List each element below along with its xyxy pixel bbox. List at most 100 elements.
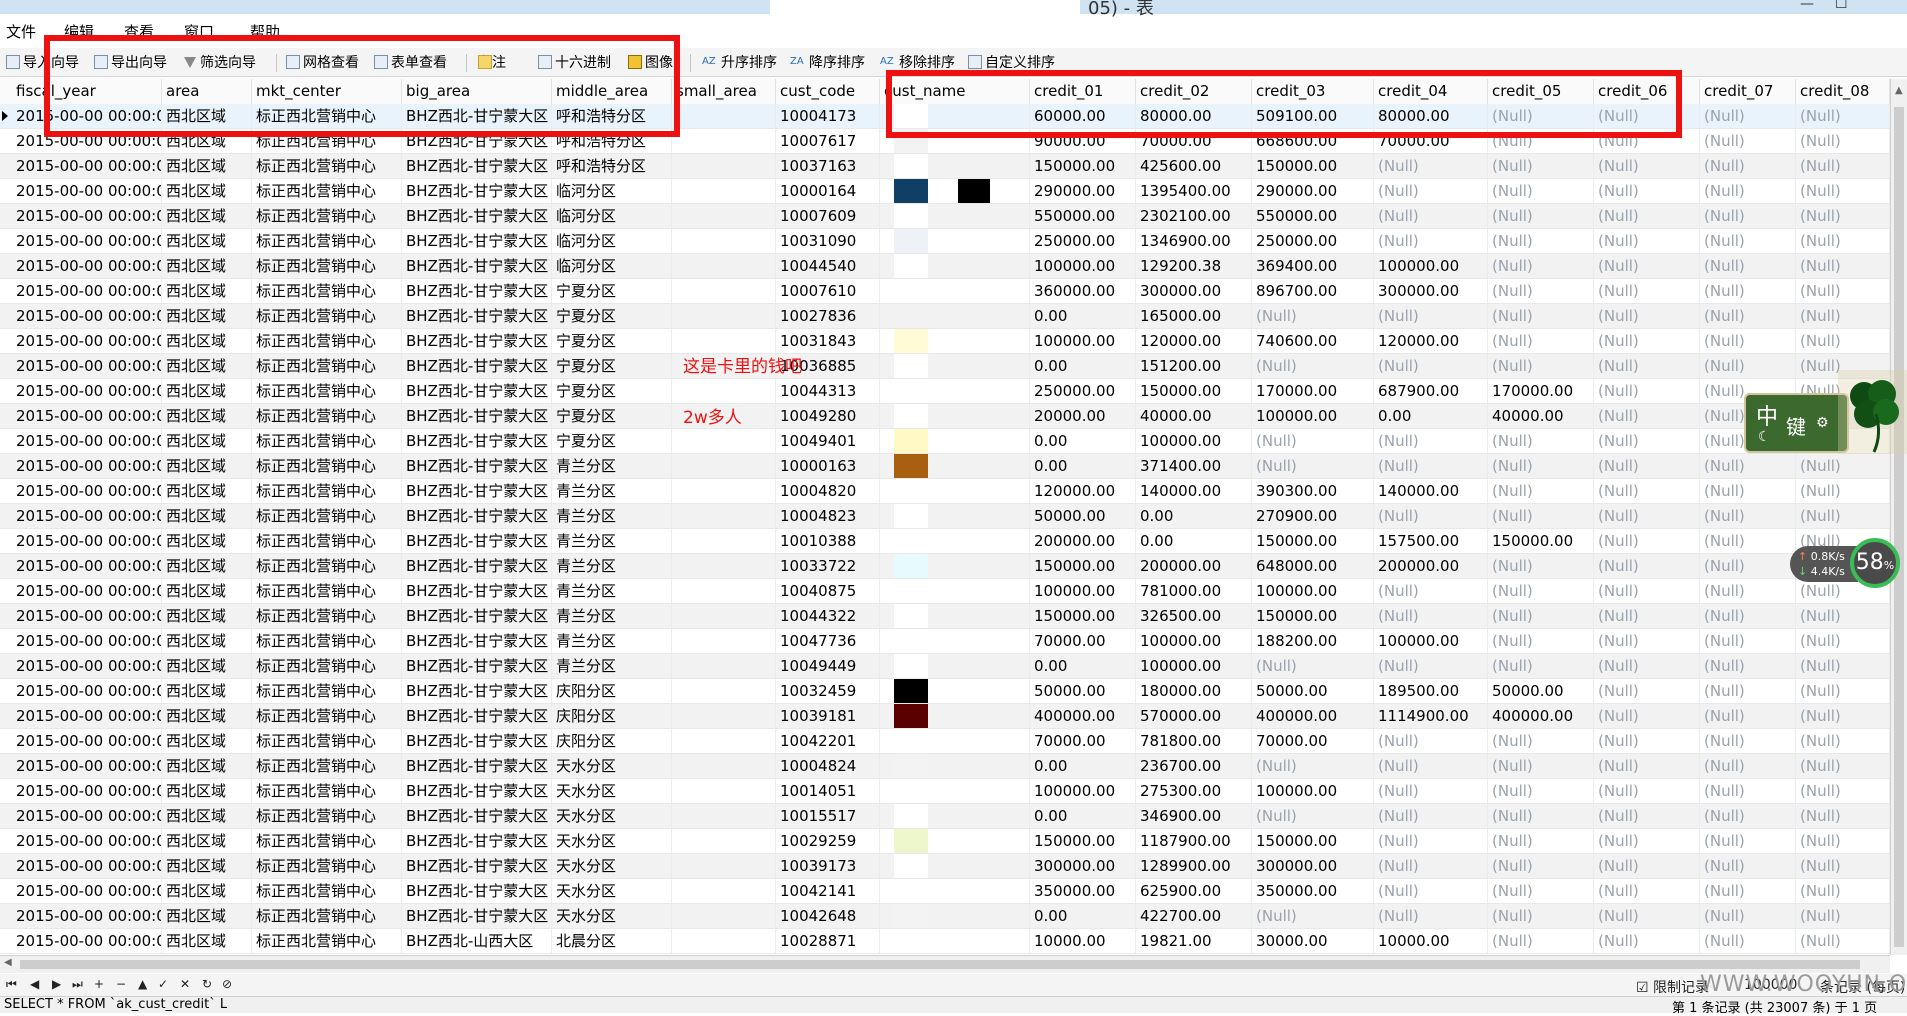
cell-small-area[interactable] xyxy=(672,754,776,778)
cell-credit-02[interactable]: 300000.00 xyxy=(1136,279,1252,303)
cell-credit-01[interactable]: 10000.00 xyxy=(1030,929,1136,953)
cell-credit-03[interactable]: (Null) xyxy=(1252,429,1374,453)
cell-credit-08[interactable]: (Null) xyxy=(1796,904,1890,928)
cell-big-area[interactable]: BHZ西北-甘宁蒙大区 xyxy=(402,804,552,828)
cell-small-area[interactable] xyxy=(672,104,776,128)
cell-cust-code[interactable]: 10004820 xyxy=(776,479,880,503)
cell-credit-07[interactable]: (Null) xyxy=(1700,129,1796,153)
cell-credit-01[interactable]: 0.00 xyxy=(1030,904,1136,928)
cell-big-area[interactable]: BHZ西北-甘宁蒙大区 xyxy=(402,529,552,553)
column-header-credit-08[interactable]: credit_08 xyxy=(1796,79,1890,104)
cell-mkt-center[interactable]: 标正西北营销中心 xyxy=(252,479,402,503)
cell-fiscal-year[interactable]: 2015-00-00 00:00:00 xyxy=(12,804,162,828)
cell-credit-02[interactable]: 200000.00 xyxy=(1136,554,1252,578)
column-header-cust-code[interactable]: cust_code xyxy=(776,79,880,104)
cell-credit-07[interactable]: (Null) xyxy=(1700,254,1796,278)
cell-middle-area[interactable]: 天水分区 xyxy=(552,779,672,803)
cell-credit-05[interactable]: (Null) xyxy=(1488,779,1594,803)
cell-credit-06[interactable]: (Null) xyxy=(1594,704,1700,728)
cell-credit-05[interactable]: (Null) xyxy=(1488,229,1594,253)
cell-credit-03[interactable]: 100000.00 xyxy=(1252,779,1374,803)
cell-credit-07[interactable]: (Null) xyxy=(1700,504,1796,528)
cell-big-area[interactable]: BHZ西北-甘宁蒙大区 xyxy=(402,629,552,653)
cell-credit-02[interactable]: 100000.00 xyxy=(1136,429,1252,453)
cell-cust-code[interactable]: 10049449 xyxy=(776,654,880,678)
table-row[interactable]: 2015-00-00 00:00:00 西北区域 标正西北营销中心 BHZ西北-甘宁蒙… xyxy=(0,204,1890,229)
cell-middle-area[interactable]: 宁夏分区 xyxy=(552,329,672,353)
cell-credit-08[interactable]: (Null) xyxy=(1796,829,1890,853)
cell-cust-code[interactable]: 10014051 xyxy=(776,779,880,803)
cell-mkt-center[interactable]: 标正西北营销中心 xyxy=(252,554,402,578)
cell-mkt-center[interactable]: 标正西北营销中心 xyxy=(252,754,402,778)
maximize-button[interactable]: ☐ xyxy=(1835,0,1848,12)
cell-credit-01[interactable]: 0.00 xyxy=(1030,754,1136,778)
cell-credit-02[interactable]: 781800.00 xyxy=(1136,729,1252,753)
cell-area[interactable]: 西北区域 xyxy=(162,379,252,403)
cell-credit-07[interactable]: (Null) xyxy=(1700,204,1796,228)
cell-cust-code[interactable]: 10042141 xyxy=(776,879,880,903)
cell-credit-06[interactable]: (Null) xyxy=(1594,929,1700,953)
cell-credit-04[interactable]: (Null) xyxy=(1374,454,1488,478)
table-row[interactable]: 2015-00-00 00:00:00 西北区域 标正西北营销中心 BHZ西北-甘宁蒙… xyxy=(0,154,1890,179)
cell-credit-06[interactable]: (Null) xyxy=(1594,779,1700,803)
cell-cust-code[interactable]: 10000164 xyxy=(776,179,880,203)
cell-credit-03[interactable]: 550000.00 xyxy=(1252,204,1374,228)
cell-credit-06[interactable]: (Null) xyxy=(1594,879,1700,903)
table-row[interactable]: 2015-00-00 00:00:00 西北区域 标正西北营销中心 BHZ西北-甘宁蒙… xyxy=(0,879,1890,904)
cell-credit-08[interactable]: (Null) xyxy=(1796,654,1890,678)
cell-credit-03[interactable]: (Null) xyxy=(1252,804,1374,828)
cell-credit-03[interactable]: (Null) xyxy=(1252,904,1374,928)
cell-mkt-center[interactable]: 标正西北营销中心 xyxy=(252,779,402,803)
cell-credit-05[interactable]: 150000.00 xyxy=(1488,529,1594,553)
prev-record-button[interactable]: ◀ xyxy=(30,977,39,991)
cell-area[interactable]: 西北区域 xyxy=(162,429,252,453)
cell-fiscal-year[interactable]: 2015-00-00 00:00:00 xyxy=(12,229,162,253)
cell-credit-04[interactable]: (Null) xyxy=(1374,229,1488,253)
cell-credit-06[interactable]: (Null) xyxy=(1594,854,1700,878)
cell-credit-06[interactable]: (Null) xyxy=(1594,729,1700,753)
table-row[interactable]: 2015-00-00 00:00:00 西北区域 标正西北营销中心 BHZ西北-甘宁蒙… xyxy=(0,429,1890,454)
cell-cust-code[interactable]: 10037163 xyxy=(776,154,880,178)
cell-credit-04[interactable]: (Null) xyxy=(1374,779,1488,803)
cell-small-area[interactable] xyxy=(672,379,776,403)
cell-fiscal-year[interactable]: 2015-00-00 00:00:00 xyxy=(12,904,162,928)
cell-credit-06[interactable]: (Null) xyxy=(1594,354,1700,378)
cell-credit-08[interactable]: (Null) xyxy=(1796,504,1890,528)
cell-credit-07[interactable]: (Null) xyxy=(1700,454,1796,478)
cell-fiscal-year[interactable]: 2015-00-00 00:00:00 xyxy=(12,454,162,478)
cell-small-area[interactable] xyxy=(672,879,776,903)
cell-cust-code[interactable]: 10027836 xyxy=(776,304,880,328)
table-row[interactable]: 2015-00-00 00:00:00 西北区域 标正西北营销中心 BHZ西北-甘宁蒙… xyxy=(0,854,1890,879)
cell-area[interactable]: 西北区域 xyxy=(162,454,252,478)
cell-credit-05[interactable]: (Null) xyxy=(1488,554,1594,578)
cell-area[interactable]: 西北区域 xyxy=(162,804,252,828)
cell-credit-05[interactable]: (Null) xyxy=(1488,279,1594,303)
cell-credit-06[interactable]: (Null) xyxy=(1594,604,1700,628)
cell-small-area[interactable] xyxy=(672,854,776,878)
cell-credit-07[interactable]: (Null) xyxy=(1700,929,1796,953)
cell-credit-01[interactable]: 300000.00 xyxy=(1030,854,1136,878)
refresh-button[interactable]: ↻ xyxy=(202,977,212,991)
cell-credit-04[interactable]: (Null) xyxy=(1374,604,1488,628)
cell-credit-02[interactable]: 346900.00 xyxy=(1136,804,1252,828)
cell-credit-02[interactable]: 1289900.00 xyxy=(1136,854,1252,878)
minimize-button[interactable]: — xyxy=(1800,0,1814,12)
cell-credit-02[interactable]: 570000.00 xyxy=(1136,704,1252,728)
cell-credit-03[interactable]: 70000.00 xyxy=(1252,729,1374,753)
cell-credit-07[interactable]: (Null) xyxy=(1700,529,1796,553)
cell-credit-06[interactable]: (Null) xyxy=(1594,279,1700,303)
cell-mkt-center[interactable]: 标正西北营销中心 xyxy=(252,204,402,228)
cell-credit-05[interactable]: 170000.00 xyxy=(1488,379,1594,403)
table-row[interactable]: 2015-00-00 00:00:00 西北区域 标正西北营销中心 BHZ西北-甘宁蒙… xyxy=(0,804,1890,829)
cell-credit-07[interactable]: (Null) xyxy=(1700,629,1796,653)
cell-middle-area[interactable]: 青兰分区 xyxy=(552,579,672,603)
cell-middle-area[interactable]: 天水分区 xyxy=(552,904,672,928)
cell-area[interactable]: 西北区域 xyxy=(162,579,252,603)
cell-cust-code[interactable]: 10044313 xyxy=(776,379,880,403)
cell-credit-04[interactable]: 200000.00 xyxy=(1374,554,1488,578)
cell-big-area[interactable]: BHZ西北-甘宁蒙大区 xyxy=(402,304,552,328)
cell-big-area[interactable]: BHZ西北-甘宁蒙大区 xyxy=(402,254,552,278)
stop-button[interactable]: ⊘ xyxy=(222,977,232,991)
cell-area[interactable]: 西北区域 xyxy=(162,654,252,678)
cell-fiscal-year[interactable]: 2015-00-00 00:00:00 xyxy=(12,679,162,703)
